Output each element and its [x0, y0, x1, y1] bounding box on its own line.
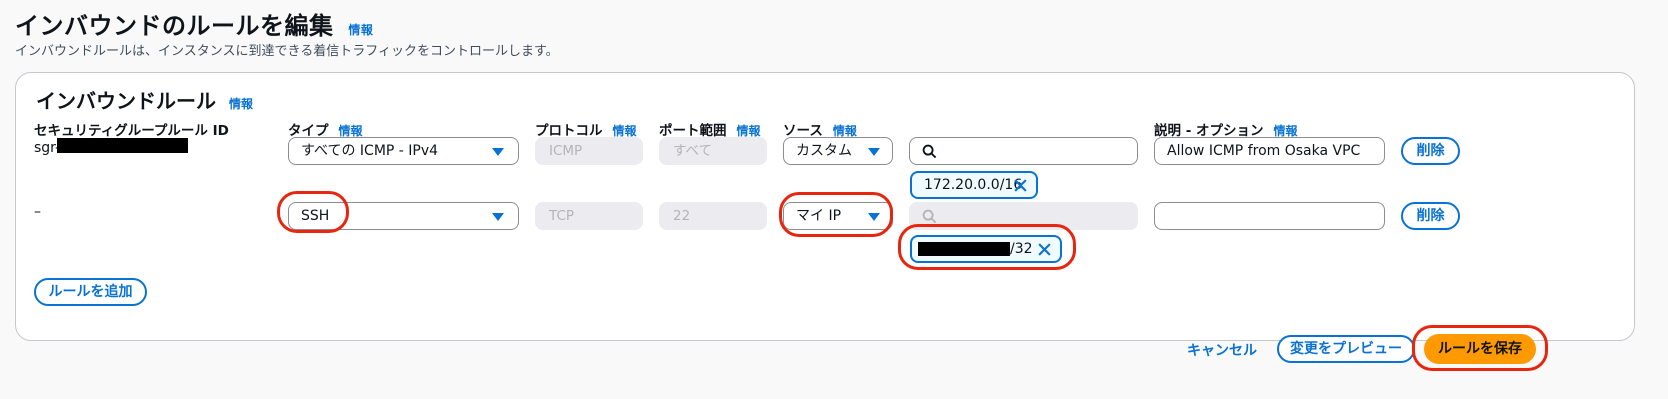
cidr-token-1: 172.20.0.0/16: [910, 171, 1038, 199]
cidr-token-1-label: 172.20.0.0/16: [924, 177, 1023, 193]
close-icon[interactable]: [1013, 178, 1028, 193]
col-protocol-info[interactable]: 情報: [613, 124, 637, 138]
type-select-1-value: すべての ICMP - IPv4: [301, 143, 439, 159]
page-title: インバウンドのルールを編集 情報: [15, 6, 373, 41]
caret-down-icon: [492, 213, 504, 221]
add-rule-button[interactable]: ルールを追加: [34, 278, 147, 306]
highlight-ring-ip: [898, 224, 1076, 270]
col-protocol: プロトコル 情報: [535, 119, 637, 139]
preview-changes-button[interactable]: 変更をプレビュー: [1277, 335, 1415, 363]
col-port-range: ポート範囲 情報: [659, 119, 761, 139]
col-rule-id: セキュリティグループルール ID: [34, 123, 229, 139]
caret-down-icon: [868, 148, 880, 156]
page-subtitle: インバウンドルールは、インスタンスに到達できる着信トラフィックをコントロールしま…: [15, 44, 559, 59]
cidr-search-1[interactable]: [909, 137, 1138, 165]
section-title-text: インバウンドルール: [36, 89, 216, 113]
cancel-link[interactable]: キャンセル: [1187, 340, 1257, 360]
highlight-ring-type: [277, 191, 349, 233]
page-title-text: インバウンドのルールを編集: [15, 12, 334, 40]
col-source: ソース 情報: [783, 119, 857, 139]
description-input-2[interactable]: [1154, 202, 1385, 230]
rule-id-2: –: [34, 204, 41, 220]
delete-button-1[interactable]: 削除: [1401, 137, 1460, 165]
protocol-field-2: TCP: [535, 202, 643, 230]
search-icon: [922, 209, 937, 224]
protocol-field-1: ICMP: [535, 137, 643, 165]
search-icon: [922, 144, 937, 159]
caret-down-icon: [492, 148, 504, 156]
description-input-1[interactable]: Allow ICMP from Osaka VPC: [1154, 137, 1385, 165]
col-description-info[interactable]: 情報: [1274, 124, 1298, 138]
section-info-link[interactable]: 情報: [229, 97, 253, 111]
source-select-1-value: カスタム: [796, 143, 852, 159]
col-type-info[interactable]: 情報: [339, 124, 363, 138]
section-title: インバウンドルール 情報: [36, 85, 253, 114]
delete-button-2[interactable]: 削除: [1401, 202, 1460, 230]
port-field-2: 22: [659, 202, 767, 230]
col-port-info[interactable]: 情報: [737, 124, 761, 138]
title-info-link[interactable]: 情報: [348, 23, 373, 37]
highlight-ring-save: [1412, 325, 1548, 371]
port-field-1: すべて: [659, 137, 767, 165]
highlight-ring-source: [779, 192, 893, 237]
source-select-1[interactable]: カスタム: [783, 137, 893, 165]
col-type: タイプ 情報: [288, 119, 363, 139]
redacted-rule-id: [57, 138, 188, 153]
col-source-info[interactable]: 情報: [833, 124, 857, 138]
type-select-1[interactable]: すべての ICMP - IPv4: [288, 137, 519, 165]
col-description: 説明 - オプション 情報: [1154, 119, 1298, 139]
